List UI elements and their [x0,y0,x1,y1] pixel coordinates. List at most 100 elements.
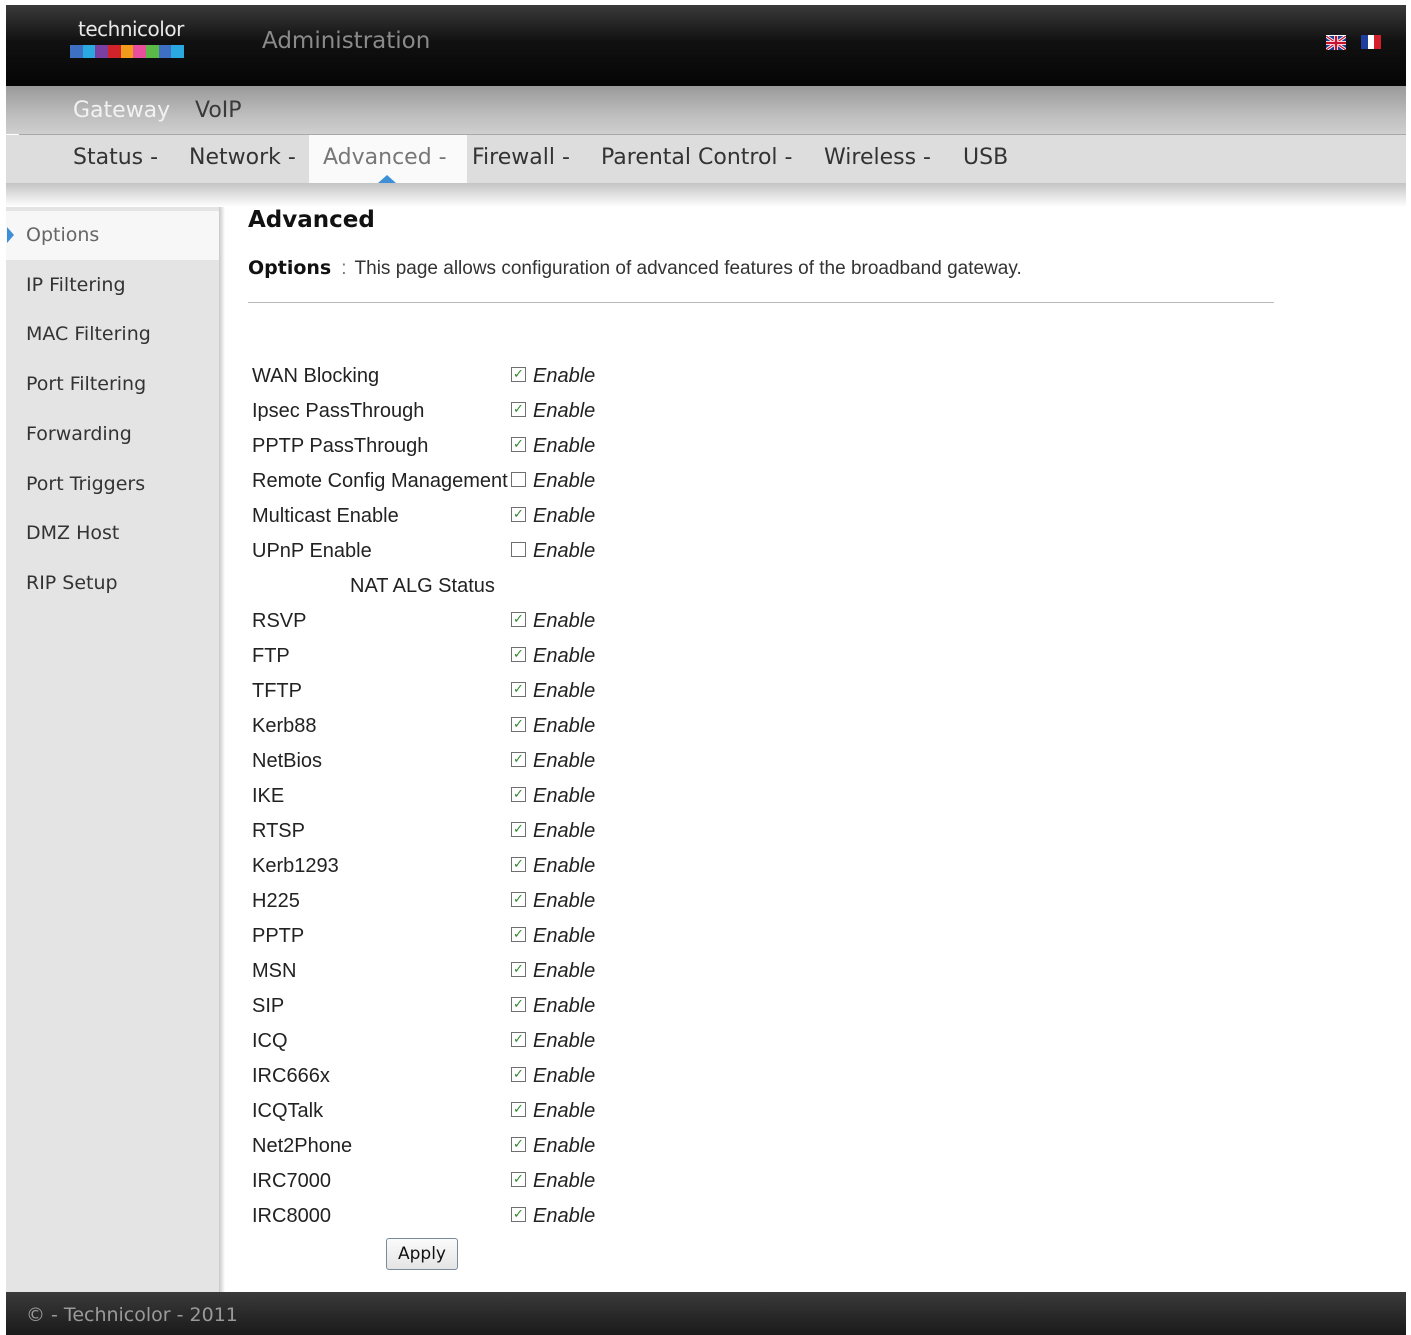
enable-label: Enable [533,890,596,912]
enable-label: Enable [533,505,596,527]
enable-checkbox[interactable]: ✓ [511,1067,526,1082]
option-label: Kerb1293 [252,855,339,877]
sidebar-item-label: IP Filtering [26,274,126,296]
top-header: technicolor Administration [6,5,1406,86]
option-row-rsvp: RSVP ✓ Enable [246,606,846,641]
option-label: IKE [252,785,285,807]
sidebar-item-forwarding[interactable]: Forwarding [6,410,219,459]
description-colon: : [341,258,347,279]
enable-label: Enable [533,855,596,877]
nav-voip[interactable]: VoIP [195,98,242,123]
option-label: Remote Config Management [252,470,508,492]
option-label: FTP [252,645,290,667]
sidebar-item-label: Port Triggers [26,473,146,495]
option-row-rtsp: RTSP ✓ Enable [246,816,846,851]
sidebar-item-label: RIP Setup [26,572,118,594]
enable-checkbox[interactable]: ✓ [511,892,526,907]
logo-color-segment [70,45,83,58]
uk-flag-icon[interactable] [1325,34,1347,52]
option-label: Multicast Enable [252,505,399,527]
option-row-upnp-enable: UPnP Enable Enable [246,536,846,571]
option-label: UPnP Enable [252,540,372,562]
enable-checkbox[interactable]: ✓ [511,647,526,662]
option-label: SIP [252,995,285,1017]
option-label: NetBios [252,750,323,772]
option-row-kerb1293: Kerb1293 ✓ Enable [246,851,846,886]
option-row-net2phone: Net2Phone ✓ Enable [246,1131,846,1166]
option-row-sip: SIP ✓ Enable [246,991,846,1026]
flag-stripe-blue [1361,35,1368,49]
option-label: PPTP [252,925,305,947]
enable-label: Enable [533,400,596,422]
enable-checkbox[interactable] [511,542,526,557]
technicolor-logo[interactable]: technicolor [68,17,188,65]
logo-color-segment [95,45,109,58]
footer: © - Technicolor - 2011 [6,1292,1406,1335]
page-frame: technicolor Administration Gateway VoIP [6,5,1406,1335]
tab-parental-control[interactable]: Parental Control - [601,135,792,183]
french-flag-icon[interactable] [1361,35,1382,49]
sidebar-item-ip-filtering[interactable]: IP Filtering [6,261,219,310]
tab-wireless[interactable]: Wireless - [824,135,931,183]
option-label: RSVP [252,610,307,632]
sidebar-item-options[interactable]: Options [6,211,219,260]
enable-checkbox[interactable]: ✓ [511,402,526,417]
tab-status[interactable]: Status - [73,135,158,183]
active-arrow-icon [7,227,14,243]
enable-checkbox[interactable] [511,472,526,487]
option-label: ICQ [252,1030,288,1052]
tab-firewall[interactable]: Firewall - [472,135,570,183]
enable-checkbox[interactable]: ✓ [511,927,526,942]
enable-label: Enable [533,1030,596,1052]
page-title: Advanced [248,207,375,233]
enable-checkbox[interactable]: ✓ [511,752,526,767]
option-row-ftp: FTP ✓ Enable [246,641,846,676]
option-row-icqtalk: ICQTalk ✓ Enable [246,1096,846,1131]
enable-label: Enable [533,1065,596,1087]
enable-checkbox[interactable]: ✓ [511,682,526,697]
enable-checkbox[interactable]: ✓ [511,612,526,627]
enable-checkbox[interactable]: ✓ [511,717,526,732]
enable-checkbox[interactable]: ✓ [511,1102,526,1117]
flag-stripe-white [1367,35,1375,49]
enable-checkbox[interactable]: ✓ [511,367,526,382]
sidebar-item-port-filtering[interactable]: Port Filtering [6,360,219,409]
sidebar-item-mac-filtering[interactable]: MAC Filtering [6,310,219,359]
enable-checkbox[interactable]: ✓ [511,437,526,452]
enable-checkbox[interactable]: ✓ [511,1032,526,1047]
enable-checkbox[interactable]: ✓ [511,787,526,802]
enable-checkbox[interactable]: ✓ [511,962,526,977]
enable-label: Enable [533,1205,596,1227]
enable-label: Enable [533,715,596,737]
option-row-kerb88: Kerb88 ✓ Enable [246,711,846,746]
sidebar-item-label: DMZ Host [26,522,120,544]
logo-color-segment [158,45,172,58]
logo-text: technicolor [78,17,184,41]
enable-checkbox[interactable]: ✓ [511,507,526,522]
sidebar: Options IP Filtering MAC Filtering Port … [6,207,219,1292]
sidebar-shadow [219,207,225,1292]
option-row-irc8000: IRC8000 ✓ Enable [246,1201,846,1236]
sidebar-item-dmz-host[interactable]: DMZ Host [6,509,219,558]
tab-usb[interactable]: USB [963,135,1008,183]
enable-label: Enable [533,645,596,667]
nav-gateway[interactable]: Gateway [73,98,170,123]
option-label: MSN [252,960,297,982]
enable-checkbox[interactable]: ✓ [511,822,526,837]
option-row-pptp: PPTP ✓ Enable [246,921,846,956]
enable-checkbox[interactable]: ✓ [511,1207,526,1222]
tab-network[interactable]: Network - [189,135,296,183]
option-row-remote-config-management: Remote Config Management Enable [246,466,846,501]
sidebar-item-rip-setup[interactable]: RIP Setup [6,559,219,608]
enable-checkbox[interactable]: ✓ [511,1172,526,1187]
sidebar-item-port-triggers[interactable]: Port Triggers [6,460,219,509]
option-row-netbios: NetBios ✓ Enable [246,746,846,781]
option-row-icq: ICQ ✓ Enable [246,1026,846,1061]
enable-checkbox[interactable]: ✓ [511,857,526,872]
logo-color-segment [146,45,159,58]
enable-checkbox[interactable]: ✓ [511,997,526,1012]
logo-color-segment [120,45,134,58]
option-row-multicast-enable: Multicast Enable ✓ Enable [246,501,846,536]
enable-checkbox[interactable]: ✓ [511,1137,526,1152]
apply-button[interactable]: Apply [386,1238,458,1270]
